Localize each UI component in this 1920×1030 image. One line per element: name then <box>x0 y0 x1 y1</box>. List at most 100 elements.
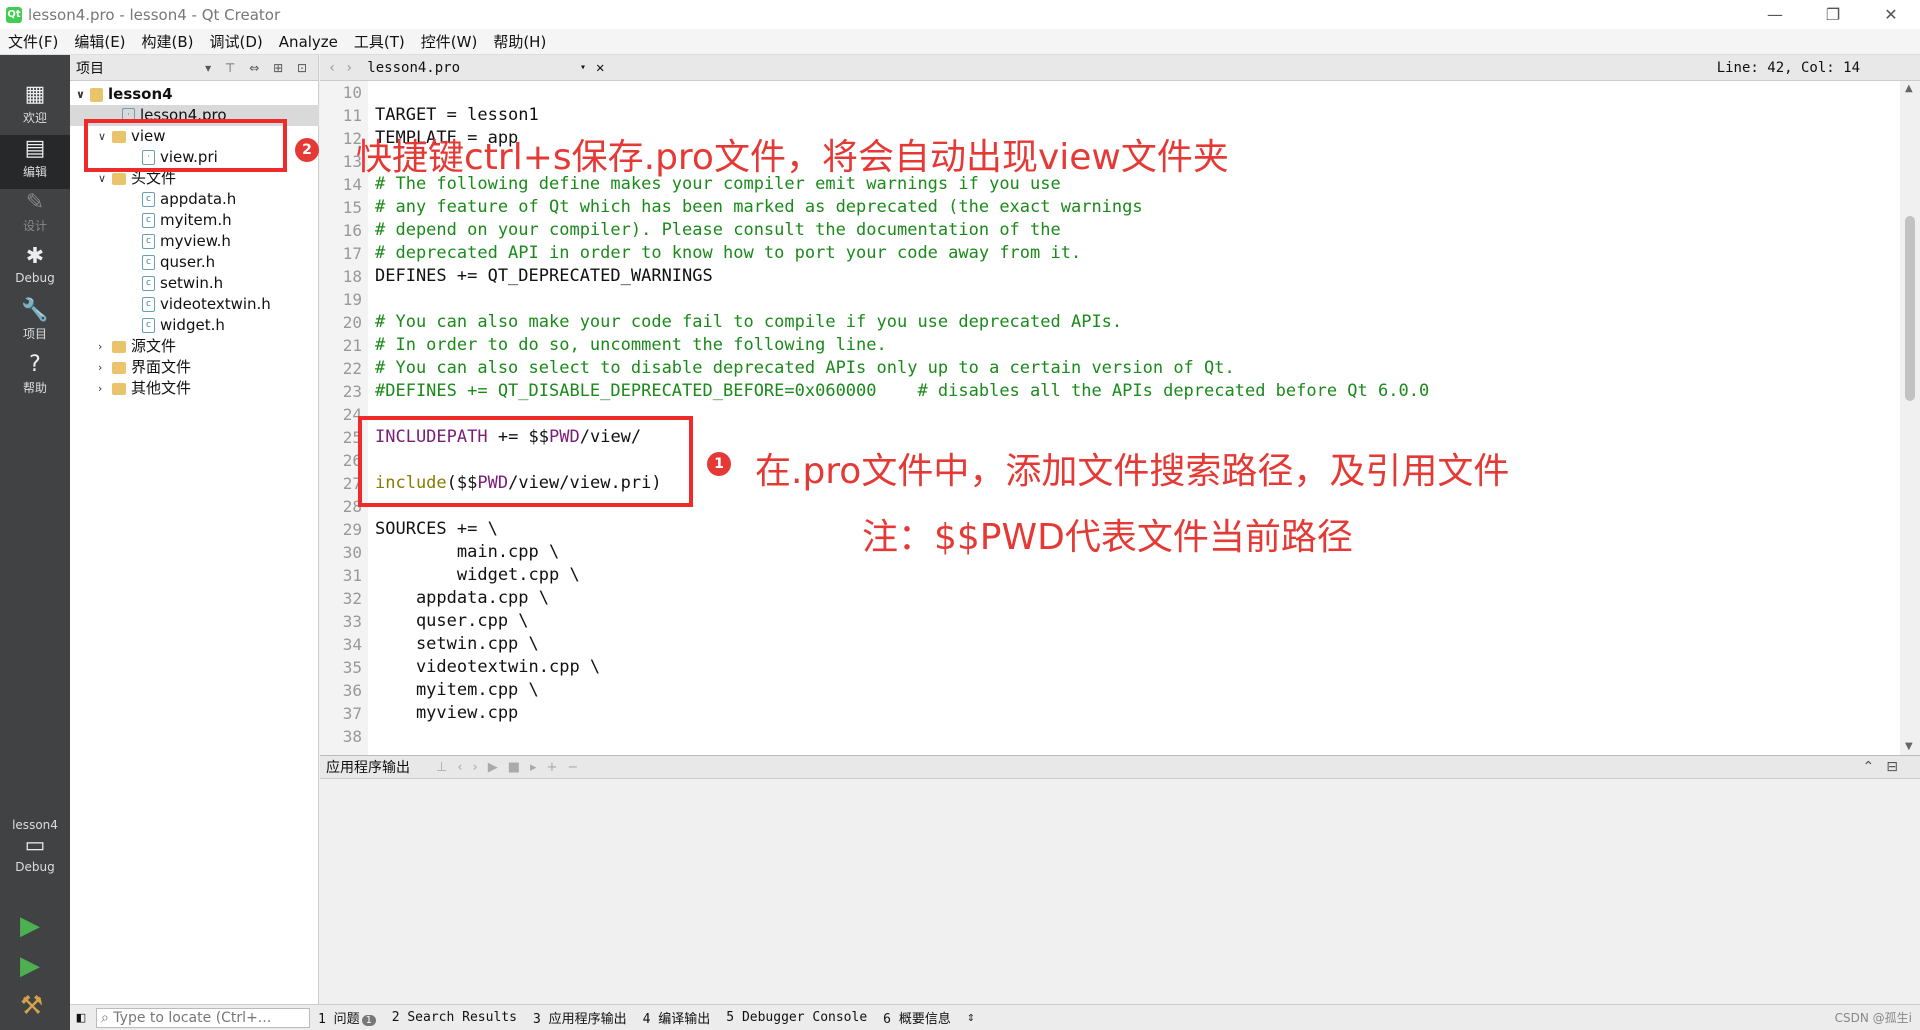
issues-badge: 1 <box>361 1015 376 1026</box>
project-icon <box>90 87 103 102</box>
output-tools[interactable]: ⊥‹›▶■▸+− <box>436 760 588 775</box>
menu-tools[interactable]: 工具(T) <box>346 31 413 52</box>
scroll-thumb[interactable] <box>1905 216 1915 401</box>
tree-header-file[interactable]: c videotextwin.h <box>142 294 271 315</box>
line-number: 10 <box>342 83 362 102</box>
wrench-icon: 🔧 <box>21 298 49 323</box>
mode-help[interactable]: ? 帮助 <box>0 351 70 405</box>
code-comment: # You can also select to disable depreca… <box>375 358 1235 378</box>
tree-header-file[interactable]: c widget.h <box>142 315 225 336</box>
line-number: 15 <box>342 198 362 217</box>
panel-tools[interactable]: ▾ ⊤ ⇔ ⊞ ⊡ <box>205 61 318 75</box>
menu-debug[interactable]: 调试(D) <box>202 31 271 52</box>
line-number: 18 <box>342 267 362 286</box>
line-number: 20 <box>342 313 362 332</box>
output-tab-issues[interactable]: 1 问题 1 <box>310 1008 384 1027</box>
tree-header-file[interactable]: c myview.h <box>142 231 231 252</box>
tree-header-file[interactable]: c setwin.h <box>142 273 223 294</box>
mode-projects[interactable]: 🔧 项目 <box>0 297 70 351</box>
output-tab-debugger[interactable]: 5 Debugger Console <box>718 1010 875 1025</box>
line-number: 21 <box>342 336 362 355</box>
code-comment: #DEFINES += QT_DISABLE_DEPRECATED_BEFORE… <box>375 381 1430 401</box>
menu-file[interactable]: 文件(F) <box>0 31 66 52</box>
code-line: appdata.cpp \ <box>375 588 549 608</box>
monitor-icon: ▭ <box>24 833 46 858</box>
build-button[interactable]: ⚒ <box>20 991 43 1021</box>
sidebar-toggle-icon[interactable]: ◧ <box>70 1011 92 1024</box>
editor-file-tab[interactable]: lesson4.pro <box>361 60 460 76</box>
code-line: TARGET = lesson1 <box>375 105 539 125</box>
cursor-position: Line: 42, Col: 14 <box>1716 59 1860 76</box>
line-number: 22 <box>342 359 362 378</box>
output-tab-app-output[interactable]: 3 应用程序输出 <box>525 1008 635 1027</box>
more-tabs-icon[interactable]: ⇕ <box>959 1010 983 1025</box>
mode-bar: ▦ 欢迎 ▤ 编辑 ✎ 设计 ✱ Debug 🔧 项目 ? 帮助 lesson4… <box>0 55 70 1030</box>
line-number: 16 <box>342 221 362 240</box>
tree-header-file[interactable]: c appdata.h <box>142 189 236 210</box>
code-comment: # depend on your compiler). Please consu… <box>375 220 1061 240</box>
line-number: 17 <box>342 244 362 263</box>
code-line: widget.cpp \ <box>375 565 580 585</box>
bug-icon: ✱ <box>25 244 45 269</box>
annotation-box-includepath <box>358 416 693 507</box>
code-comment: # deprecated API in order to know how to… <box>375 243 1082 263</box>
menu-build[interactable]: 构建(B) <box>134 31 202 52</box>
menu-widgets[interactable]: 控件(W) <box>413 31 486 52</box>
line-number: 33 <box>342 612 362 631</box>
run-button[interactable]: ▶ <box>20 911 40 941</box>
mode-edit[interactable]: ▤ 编辑 <box>0 135 70 189</box>
tree-other-folder[interactable]: › 其他文件 <box>98 378 191 399</box>
code-line: videotextwin.cpp \ <box>375 657 601 677</box>
close-button[interactable]: ✕ <box>1862 0 1920 29</box>
nav-back-icon[interactable]: ‹ › <box>320 60 361 76</box>
tree-sources-folder[interactable]: › 源文件 <box>98 336 176 357</box>
mode-design[interactable]: ✎ 设计 <box>0 189 70 243</box>
header-file-icon: c <box>142 318 155 333</box>
tree-root[interactable]: ∨ lesson4 <box>76 84 173 105</box>
code-line: myview.cpp <box>375 703 519 723</box>
tree-header-file[interactable]: c myitem.h <box>142 210 232 231</box>
header-file-icon: c <box>142 276 155 291</box>
kit-selector[interactable]: lesson4 ▭ Debug <box>0 818 70 898</box>
window-controls: — ❐ ✕ <box>1746 0 1920 29</box>
annotation-badge-2: 2 <box>295 138 319 162</box>
menu-edit[interactable]: 编辑(E) <box>66 31 133 52</box>
header-file-icon: c <box>142 297 155 312</box>
output-tab-compile[interactable]: 4 编译输出 <box>635 1008 719 1027</box>
close-file-icon[interactable]: ✕ <box>596 60 604 76</box>
help-icon: ? <box>29 352 41 377</box>
tree-forms-folder[interactable]: › 界面文件 <box>98 357 191 378</box>
locator-input[interactable]: ⌕ Type to locate (Ctrl+... <box>96 1007 310 1028</box>
chevron-right-icon: › <box>98 340 103 353</box>
status-bar: ◧ ⌕ Type to locate (Ctrl+... 1 问题 1 2 Sea… <box>70 1004 1920 1030</box>
chevron-right-icon: › <box>98 361 103 374</box>
scroll-up-icon[interactable]: ▲ <box>1905 83 1913 94</box>
line-number: 35 <box>342 658 362 677</box>
code-comment: # any feature of Qt which has been marke… <box>375 197 1143 217</box>
line-number: 29 <box>342 520 362 539</box>
scroll-down-icon[interactable]: ▼ <box>1905 741 1913 752</box>
output-tab-general[interactable]: 6 概要信息 <box>875 1008 959 1027</box>
kit-project: lesson4 <box>12 818 58 832</box>
pencil-icon: ✎ <box>25 190 45 215</box>
output-pane-header: 应用程序输出 ⊥‹›▶■▸+− ⌃⊟ <box>320 755 1920 779</box>
output-pane-controls[interactable]: ⌃⊟ <box>1863 759 1920 775</box>
menu-analyze[interactable]: Analyze <box>271 33 346 51</box>
menu-help[interactable]: 帮助(H) <box>485 31 554 52</box>
mode-debug[interactable]: ✱ Debug <box>0 243 70 297</box>
line-number: 30 <box>342 543 362 562</box>
window-title: lesson4.pro - lesson4 - Qt Creator <box>28 5 281 24</box>
output-pane[interactable] <box>320 779 1920 1004</box>
mode-welcome[interactable]: ▦ 欢迎 <box>0 81 70 135</box>
tree-header-file[interactable]: c quser.h <box>142 252 215 273</box>
line-number: 32 <box>342 589 362 608</box>
debug-run-button[interactable]: ▶ <box>20 951 40 981</box>
line-number: 34 <box>342 635 362 654</box>
chevron-down-icon[interactable]: ▾ <box>580 62 586 73</box>
output-tab-search[interactable]: 2 Search Results <box>384 1010 525 1025</box>
restore-button[interactable]: ❐ <box>1804 0 1862 29</box>
code-comment: # You can also make your code fail to co… <box>375 312 1123 332</box>
minimize-button[interactable]: — <box>1746 0 1804 29</box>
code-line: quser.cpp \ <box>375 611 529 631</box>
vertical-scrollbar[interactable]: ▲ ▼ <box>1900 81 1920 755</box>
